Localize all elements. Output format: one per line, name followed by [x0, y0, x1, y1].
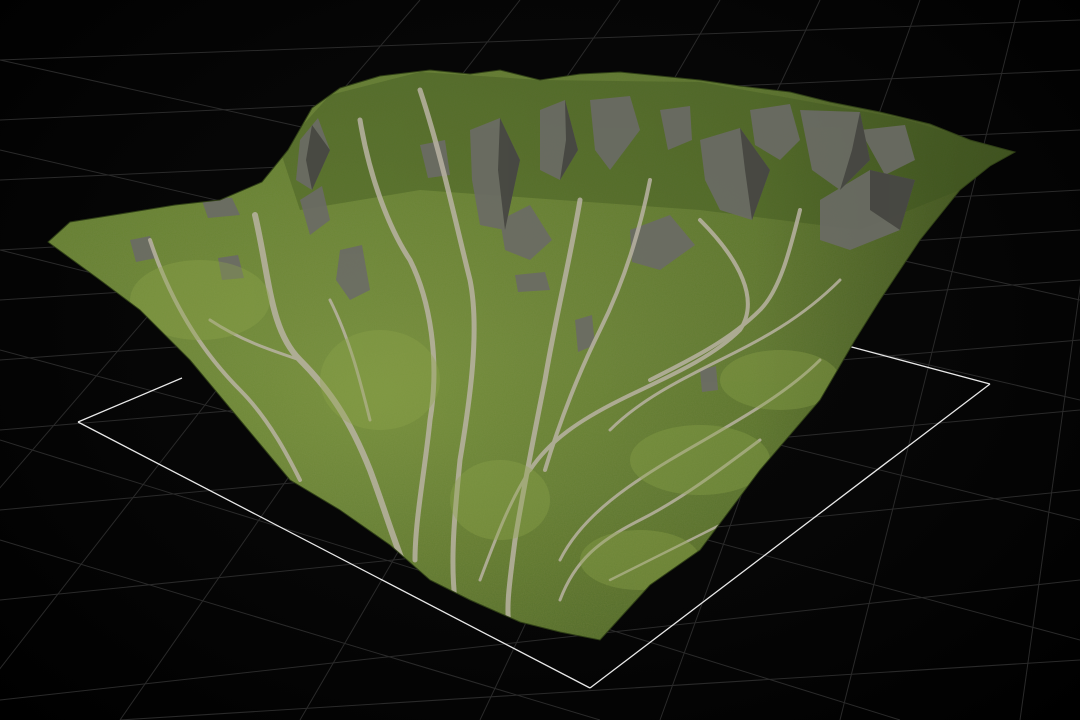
3d-viewport[interactable]: [0, 0, 1080, 720]
viewport-canvas: [0, 0, 1080, 720]
terrain-mesh[interactable]: [0, 0, 1080, 720]
